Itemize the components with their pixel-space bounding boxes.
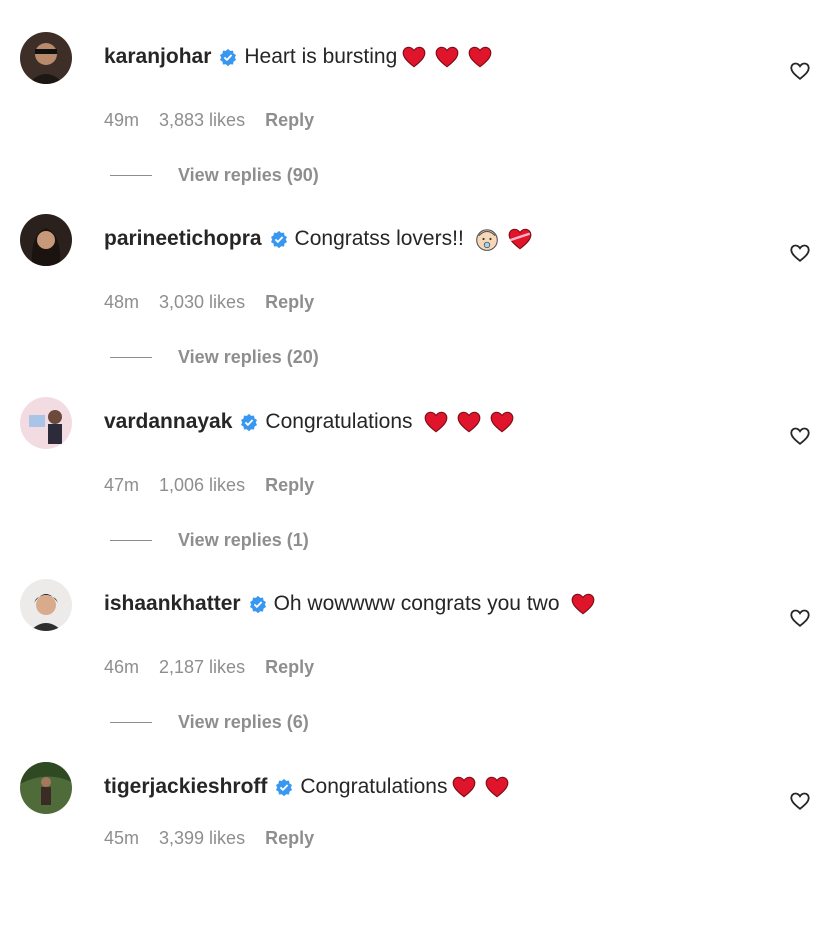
comment-text: Heart is bursting — [244, 45, 398, 68]
divider-line — [110, 356, 152, 358]
username[interactable]: vardannayak — [104, 410, 232, 434]
view-replies-label: View replies (90) — [178, 164, 319, 185]
baby-face-icon — [474, 226, 500, 252]
like-count[interactable]: 3,030 likes — [159, 292, 245, 313]
avatar[interactable] — [20, 32, 72, 84]
like-count[interactable]: 3,883 likes — [159, 110, 245, 131]
avatar[interactable] — [20, 214, 72, 266]
reply-button[interactable]: Reply — [265, 828, 314, 849]
verified-badge-icon — [249, 595, 267, 613]
comment-item: tigerjackieshroff Congratulations 45m 3,… — [0, 750, 820, 930]
like-count[interactable]: 3,399 likes — [159, 828, 245, 849]
reply-button[interactable]: Reply — [265, 110, 314, 131]
view-replies-button[interactable]: View replies (6) — [110, 709, 309, 735]
like-heart-icon[interactable] — [789, 790, 811, 812]
red-heart-icon — [456, 409, 482, 435]
comment-item: ishaankhatter Oh wowwww congrats you two… — [0, 567, 820, 747]
divider-line — [110, 721, 152, 723]
reply-button[interactable]: Reply — [265, 292, 314, 313]
comment-item: parineetichopra Congratss lovers!! 48m 3… — [0, 202, 820, 382]
comment-text: Congratulations — [300, 775, 448, 798]
divider-line — [110, 174, 152, 176]
red-heart-icon — [434, 44, 460, 70]
view-replies-label: View replies (6) — [178, 711, 309, 732]
verified-badge-icon — [219, 48, 237, 66]
like-count[interactable]: 2,187 likes — [159, 657, 245, 678]
view-replies-label: View replies (1) — [178, 529, 309, 550]
like-heart-icon[interactable] — [789, 242, 811, 264]
verified-badge-icon — [240, 413, 258, 431]
avatar[interactable] — [20, 762, 72, 814]
comment-item: vardannayak Congratulations 47m 1,006 li… — [0, 385, 820, 565]
avatar[interactable] — [20, 579, 72, 631]
verified-badge-icon — [270, 230, 288, 248]
username[interactable]: karanjohar — [104, 45, 211, 69]
view-replies-button[interactable]: View replies (90) — [110, 162, 319, 188]
username[interactable]: parineetichopra — [104, 227, 262, 251]
like-heart-icon[interactable] — [789, 60, 811, 82]
view-replies-button[interactable]: View replies (1) — [110, 527, 309, 553]
comment-text: Congratulations — [265, 410, 413, 433]
reply-button[interactable]: Reply — [265, 475, 314, 496]
comment-text: Oh wowwww congrats you two — [273, 592, 560, 615]
like-heart-icon[interactable] — [789, 607, 811, 629]
username[interactable]: ishaankhatter — [104, 592, 241, 616]
comment-time: 46m — [104, 656, 140, 677]
heart-with-ribbon-icon — [507, 226, 533, 252]
comment-text: Congratss lovers!! — [294, 227, 464, 250]
comment-time: 48m — [104, 291, 140, 312]
comment-time: 45m — [104, 827, 140, 848]
red-heart-icon — [484, 774, 510, 800]
red-heart-icon — [489, 409, 515, 435]
red-heart-icon — [570, 591, 596, 617]
comment-item: karanjohar Heart is bursting 49m 3,883 l… — [0, 20, 820, 200]
comment-time: 49m — [104, 109, 140, 130]
red-heart-icon — [401, 44, 427, 70]
username[interactable]: tigerjackieshroff — [104, 775, 267, 799]
like-count[interactable]: 1,006 likes — [159, 475, 245, 496]
view-replies-button[interactable]: View replies (20) — [110, 344, 319, 370]
view-replies-label: View replies (20) — [178, 346, 319, 367]
divider-line — [110, 539, 152, 541]
red-heart-icon — [467, 44, 493, 70]
comment-time: 47m — [104, 474, 140, 495]
red-heart-icon — [451, 774, 477, 800]
avatar[interactable] — [20, 397, 72, 449]
verified-badge-icon — [275, 778, 293, 796]
red-heart-icon — [423, 409, 449, 435]
reply-button[interactable]: Reply — [265, 657, 314, 678]
like-heart-icon[interactable] — [789, 425, 811, 447]
